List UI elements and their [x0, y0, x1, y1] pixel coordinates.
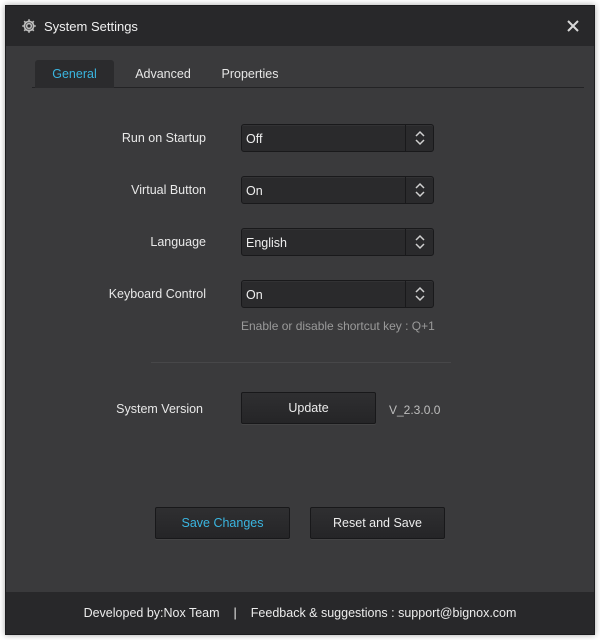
run-on-startup-label: Run on Startup [121, 131, 206, 145]
version-number: V_2.3.0.0 [389, 403, 441, 417]
language-select[interactable]: English [241, 228, 434, 256]
save-changes-button[interactable]: Save Changes [155, 507, 290, 539]
virtual-button-select[interactable]: On [241, 176, 434, 204]
keyboard-control-label: Keyboard Control [108, 287, 206, 301]
tab-general[interactable]: General [35, 60, 114, 88]
updown-arrows-icon[interactable] [405, 125, 433, 151]
updown-arrows-icon[interactable] [405, 281, 433, 307]
tab-advanced[interactable]: Advanced [124, 60, 202, 88]
section-divider [151, 362, 451, 363]
tab-properties[interactable]: Properties [210, 60, 290, 88]
reset-and-save-button[interactable]: Reset and Save [310, 507, 445, 539]
system-version-label: System Version [116, 402, 203, 416]
gear-icon [21, 18, 37, 34]
language-label: Language [150, 235, 206, 249]
language-value: English [246, 236, 287, 250]
run-on-startup-select[interactable]: Off [241, 124, 434, 152]
tab-bar: General Advanced Properties [32, 60, 584, 88]
title-bar[interactable]: System Settings [6, 6, 594, 46]
updown-arrows-icon[interactable] [405, 177, 433, 203]
run-on-startup-value: Off [246, 132, 263, 146]
update-button[interactable]: Update [241, 392, 376, 424]
virtual-button-value: On [246, 184, 263, 198]
footer: Developed by:Nox Team | Feedback & suggest… [6, 592, 594, 634]
footer-separator: | [233, 606, 237, 620]
feedback-contact[interactable]: Feedback & suggestions : support@bignox.… [251, 606, 517, 620]
developer-credit: Developed by:Nox Team [83, 606, 220, 620]
updown-arrows-icon[interactable] [405, 229, 433, 255]
close-icon[interactable] [566, 19, 580, 33]
settings-window: System Settings General Advanced Propert… [5, 5, 595, 635]
virtual-button-label: Virtual Button [131, 183, 206, 197]
keyboard-control-select[interactable]: On [241, 280, 434, 308]
window-title: System Settings [44, 19, 138, 34]
keyboard-shortcut-hint: Enable or disable shortcut key : Q+1 [241, 319, 435, 333]
keyboard-control-value: On [246, 288, 263, 302]
